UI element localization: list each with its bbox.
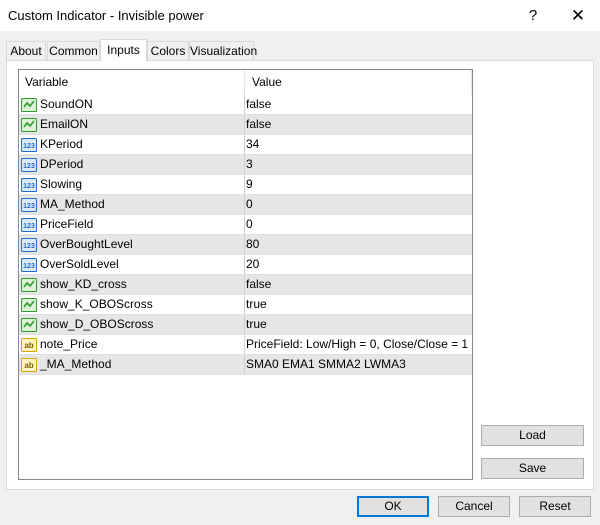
column-header-variable[interactable]: Variable (25, 70, 68, 95)
variable-value[interactable]: false (246, 115, 271, 134)
variable-name: OverBoughtLevel (40, 237, 133, 251)
save-button[interactable]: Save (481, 458, 584, 479)
ok-button[interactable]: OK (357, 496, 429, 517)
svg-text:123: 123 (23, 243, 35, 250)
table-row[interactable]: SoundON false (19, 95, 472, 115)
tab-colors[interactable]: Colors (147, 41, 189, 60)
int-icon: 123 (21, 177, 37, 193)
variable-name: MA_Method (40, 197, 105, 211)
variable-value[interactable]: true (246, 295, 267, 314)
svg-text:ab: ab (24, 341, 33, 350)
variable-value[interactable]: 34 (246, 135, 259, 154)
table-row[interactable]: 123 PriceField 0 (19, 215, 472, 235)
svg-text:123: 123 (23, 183, 35, 190)
bool-icon (21, 117, 37, 133)
cancel-button[interactable]: Cancel (438, 496, 510, 517)
close-icon: ✕ (570, 6, 586, 25)
variable-value[interactable]: 3 (246, 155, 253, 174)
variable-name: SoundON (40, 97, 93, 111)
int-icon: 123 (21, 217, 37, 233)
close-button[interactable]: ✕ (555, 0, 600, 31)
bool-icon (21, 97, 37, 113)
svg-text:123: 123 (23, 203, 35, 210)
variable-name: EmailON (40, 117, 89, 131)
variable-value[interactable]: false (246, 275, 271, 294)
int-icon: 123 (21, 237, 37, 253)
variable-name: show_D_OBOScross (40, 317, 154, 331)
table-row[interactable]: 123 KPeriod 34 (19, 135, 472, 155)
variable-name: show_KD_cross (40, 277, 127, 291)
int-icon: 123 (21, 257, 37, 273)
grid-rows: SoundON false EmailON false 123 KPeriod 34 123 D… (19, 95, 472, 375)
svg-text:123: 123 (23, 263, 35, 270)
tab-common[interactable]: Common (47, 41, 100, 60)
table-row[interactable]: ab _MA_Method SMA0 EMA1 SMMA2 LWMA3 (19, 355, 472, 375)
tab-about[interactable]: About (6, 41, 46, 60)
reset-button[interactable]: Reset (519, 496, 591, 517)
variable-name: note_Price (40, 337, 98, 351)
int-icon: 123 (21, 157, 37, 173)
variable-value[interactable]: 0 (246, 195, 253, 214)
variable-value[interactable]: SMA0 EMA1 SMMA2 LWMA3 (246, 355, 406, 374)
variable-name: PriceField (40, 217, 94, 231)
table-row[interactable]: show_K_OBOScross true (19, 295, 472, 315)
svg-text:123: 123 (23, 223, 35, 230)
tab-inputs[interactable]: Inputs (100, 39, 147, 61)
string-icon: ab (21, 337, 37, 353)
load-button[interactable]: Load (481, 425, 584, 446)
bool-icon (21, 317, 37, 333)
window-title: Custom Indicator - Invisible power (8, 8, 204, 23)
variable-name: KPeriod (40, 137, 83, 151)
int-icon: 123 (21, 197, 37, 213)
variable-value[interactable]: true (246, 315, 267, 334)
svg-text:123: 123 (23, 163, 35, 170)
table-row[interactable]: 123 OverBoughtLevel 80 (19, 235, 472, 255)
table-row[interactable]: EmailON false (19, 115, 472, 135)
question-mark-icon: ? (528, 7, 538, 24)
variable-value[interactable]: 80 (246, 235, 259, 254)
variable-value[interactable]: 9 (246, 175, 253, 194)
bool-icon (21, 277, 37, 293)
table-row[interactable]: ab note_Price PriceField: Low/High = 0, Cl… (19, 335, 472, 355)
table-row[interactable]: show_KD_cross false (19, 275, 472, 295)
table-row[interactable]: 123 OverSoldLevel 20 (19, 255, 472, 275)
table-row[interactable]: 123 MA_Method 0 (19, 195, 472, 215)
inputs-panel: Variable Value SoundON false EmailON false 1… (6, 60, 594, 490)
table-row[interactable]: 123 Slowing 9 (19, 175, 472, 195)
tab-visualization[interactable]: Visualization (189, 41, 257, 60)
variable-value[interactable]: false (246, 95, 271, 114)
svg-text:ab: ab (24, 361, 33, 370)
table-row[interactable]: 123 DPeriod 3 (19, 155, 472, 175)
inputs-grid: Variable Value SoundON false EmailON false 1… (18, 69, 473, 480)
int-icon: 123 (21, 137, 37, 153)
variable-name: OverSoldLevel (40, 257, 119, 271)
title-bar: Custom Indicator - Invisible power ? ✕ (0, 0, 600, 31)
variable-name: Slowing (40, 177, 83, 191)
grid-header: Variable Value (19, 70, 472, 95)
string-icon: ab (21, 357, 37, 373)
variable-name: _MA_Method (40, 357, 112, 371)
variable-value[interactable]: PriceField: Low/High = 0, Close/Close = … (246, 335, 468, 354)
help-button[interactable]: ? (510, 0, 556, 31)
table-row[interactable]: show_D_OBOScross true (19, 315, 472, 335)
column-header-value[interactable]: Value (252, 70, 282, 95)
svg-text:123: 123 (23, 143, 35, 150)
variable-value[interactable]: 0 (246, 215, 253, 234)
variable-name: DPeriod (40, 157, 84, 171)
variable-name: show_K_OBOScross (40, 297, 153, 311)
variable-value[interactable]: 20 (246, 255, 259, 274)
bool-icon (21, 297, 37, 313)
